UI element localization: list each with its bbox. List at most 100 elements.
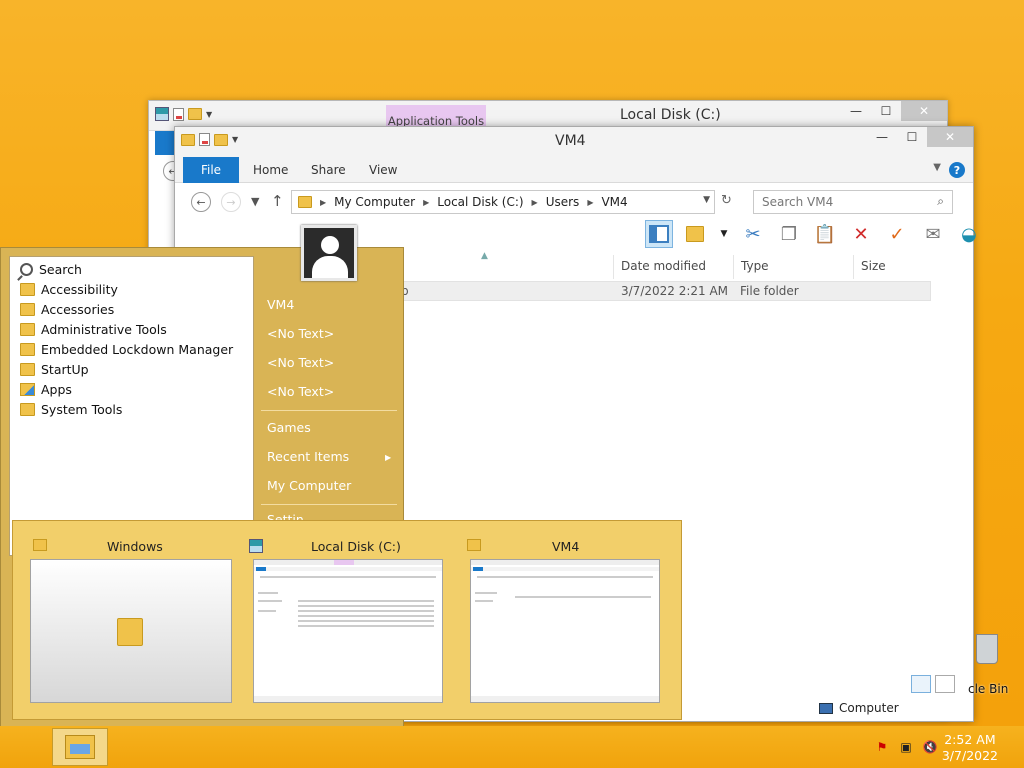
divider <box>261 410 397 411</box>
close-button[interactable]: ✕ <box>901 101 947 121</box>
chevron-down-icon[interactable]: ▼ <box>717 220 731 248</box>
email-icon[interactable]: ✉ <box>919 220 947 248</box>
thumbnail-vm4[interactable] <box>470 559 660 703</box>
up-icon[interactable]: ↑ <box>271 192 284 210</box>
chevron-right-icon[interactable]: ▶ <box>385 453 391 462</box>
window-title: Local Disk (C:) <box>620 107 721 123</box>
refresh-icon[interactable]: ↻ <box>721 193 732 208</box>
system-clock[interactable]: 2:52 AM 3/7/2022 <box>942 732 998 764</box>
column-divider[interactable] <box>613 255 614 279</box>
network-icon[interactable]: ▣ <box>898 740 914 754</box>
rename-icon[interactable]: ✓ <box>883 220 911 248</box>
breadcrumb-my-computer[interactable]: My Computer <box>334 195 415 209</box>
address-bar[interactable]: ▶ My Computer ▶ Local Disk (C:) ▶ Users … <box>291 190 715 214</box>
tab-share[interactable]: Share <box>311 157 346 183</box>
user-folder-link[interactable]: VM4 <box>267 297 294 312</box>
paste-icon[interactable]: 📋 <box>811 220 839 248</box>
tab-home[interactable]: Home <box>253 157 288 183</box>
folder-icon <box>181 133 195 146</box>
vm4-titlebar[interactable]: ▼ VM4 — ☐ ✕ <box>175 127 973 157</box>
folder-icon <box>33 539 47 551</box>
list-item[interactable]: Search <box>20 260 82 278</box>
column-date-modified[interactable]: Date modified <box>621 259 706 273</box>
thumb-nav-line <box>258 610 276 612</box>
chevron-down-icon[interactable]: ▼ <box>232 135 238 144</box>
column-divider[interactable] <box>853 255 854 279</box>
avatar-head <box>321 236 339 254</box>
window-title: VM4 <box>555 133 586 149</box>
tab-view[interactable]: View <box>369 157 397 183</box>
chevron-right-icon[interactable]: ▶ <box>532 198 538 207</box>
clock-date: 3/7/2022 <box>941 748 998 763</box>
preview-pane-button[interactable] <box>645 220 673 248</box>
action-center-flag-icon[interactable]: ⚑ <box>874 740 890 754</box>
table-row[interactable]: ktop 3/7/2022 2:21 AM File folder <box>361 281 931 301</box>
no-text-link-3[interactable]: <No Text> <box>267 384 334 399</box>
shell-icon[interactable]: ◒ <box>955 220 983 248</box>
properties-button[interactable] <box>681 220 709 248</box>
chevron-down-icon[interactable]: ▼ <box>206 110 212 119</box>
breadcrumb-local-disk[interactable]: Local Disk (C:) <box>437 195 523 209</box>
thumb-row <box>298 605 434 607</box>
ribbon-expand-icon[interactable]: ▼ <box>933 162 941 173</box>
column-divider[interactable] <box>733 255 734 279</box>
search-icon[interactable]: ⌕ <box>937 194 944 209</box>
chevron-right-icon[interactable]: ▶ <box>587 198 593 207</box>
folder-icon <box>20 282 35 296</box>
thumbnail-windows[interactable] <box>30 559 232 703</box>
delete-icon[interactable]: ✕ <box>847 220 875 248</box>
column-size[interactable]: Size <box>861 259 886 273</box>
cut-icon[interactable]: ✂ <box>739 220 767 248</box>
breadcrumb-users[interactable]: Users <box>546 195 580 209</box>
chevron-right-icon[interactable]: ▶ <box>423 198 429 207</box>
quick-access-toolbar: ▼ <box>155 107 212 121</box>
new-folder-icon[interactable] <box>214 133 228 146</box>
help-button[interactable]: ? <box>949 162 965 178</box>
tab-file[interactable]: File <box>183 157 239 183</box>
list-item[interactable]: Embedded Lockdown Manager <box>20 340 233 358</box>
column-type[interactable]: Type <box>741 259 769 273</box>
recent-items-link[interactable]: Recent Items <box>267 449 349 464</box>
maximize-button[interactable]: ☐ <box>897 127 927 147</box>
explorer-taskbar-button[interactable] <box>52 728 108 766</box>
thumb-context-tab <box>334 560 354 565</box>
thumbnail-local-disk[interactable] <box>253 559 443 703</box>
copy-icon[interactable]: ❐ <box>775 220 803 248</box>
close-button[interactable]: ✕ <box>927 127 973 147</box>
no-text-link-1[interactable]: <No Text> <box>267 326 334 341</box>
properties-icon[interactable] <box>173 107 184 121</box>
thumb-ribbon <box>254 567 442 571</box>
list-item[interactable]: StartUp <box>20 360 89 378</box>
my-computer-link[interactable]: My Computer <box>267 478 351 493</box>
list-item[interactable]: Administrative Tools <box>20 320 167 338</box>
games-link[interactable]: Games <box>267 420 311 435</box>
new-folder-icon[interactable] <box>188 108 202 120</box>
forward-icon[interactable]: → <box>221 192 241 212</box>
recent-locations-icon[interactable]: ▼ <box>251 195 259 208</box>
recycle-bin[interactable]: cle Bin <box>968 630 1024 696</box>
folder-icon <box>20 402 35 416</box>
no-text-link-2[interactable]: <No Text> <box>267 355 334 370</box>
list-item[interactable]: System Tools <box>20 400 122 418</box>
list-item[interactable]: Apps <box>20 380 72 398</box>
large-icons-view-icon[interactable] <box>935 675 955 693</box>
back-icon[interactable]: ← <box>191 192 211 212</box>
thumb-nav-line <box>258 600 282 602</box>
chevron-right-icon[interactable]: ▶ <box>320 198 326 207</box>
file-explorer-icon <box>65 735 95 759</box>
properties-icon[interactable] <box>199 133 210 146</box>
list-item-label: System Tools <box>41 401 123 417</box>
chevron-down-icon[interactable]: ▼ <box>703 195 710 205</box>
minimize-button[interactable]: — <box>841 101 871 121</box>
minimize-button[interactable]: — <box>867 127 897 147</box>
list-item[interactable]: Accessibility <box>20 280 118 298</box>
maximize-button[interactable]: ☐ <box>871 101 901 121</box>
divider <box>261 504 397 505</box>
folder-icon <box>20 322 35 336</box>
list-item[interactable]: Accessories <box>20 300 114 318</box>
details-view-icon[interactable] <box>911 675 931 693</box>
breadcrumb-vm4[interactable]: VM4 <box>601 195 627 209</box>
search-input[interactable]: Search VM4 ⌕ <box>753 190 953 214</box>
volume-muted-icon[interactable]: 🔇 <box>922 740 938 754</box>
avatar[interactable] <box>301 225 357 281</box>
